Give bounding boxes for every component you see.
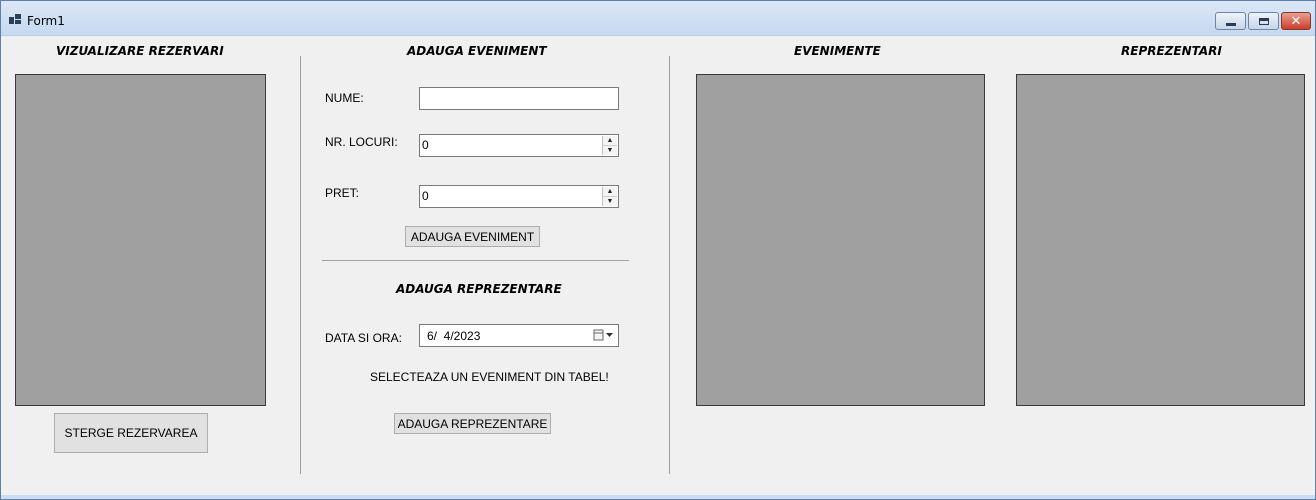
close-icon: ✕ [1290,13,1302,29]
name-field[interactable] [419,87,619,110]
seats-stepper[interactable]: 0 ▲ ▼ [419,134,619,157]
spin-up-icon[interactable]: ▲ [603,136,617,146]
header-add-representation: ADAUGA REPREZENTARE [396,282,562,296]
seats-spin-buttons[interactable]: ▲ ▼ [602,136,617,155]
calendar-dropdown-icon[interactable] [592,328,616,342]
window-bottom-border [1,495,1315,499]
name-label: NUME: [325,91,364,105]
add-representation-button[interactable]: ADAUGA REPREZENTARE [394,413,551,434]
divider-left [300,56,301,474]
header-add-event: ADAUGA EVENIMENT [407,44,547,58]
seats-value: 0 [422,138,429,152]
spin-up-icon[interactable]: ▲ [603,187,617,197]
add-event-button[interactable]: ADAUGA EVENIMENT [405,226,540,247]
date-label: DATA SI ORA: [325,331,402,345]
maximize-icon [1258,17,1269,25]
price-spin-buttons[interactable]: ▲ ▼ [602,187,617,206]
window-title: Form1 [27,14,65,28]
price-label: PRET: [325,186,360,200]
window-app-icon [9,14,21,24]
spin-down-icon[interactable]: ▼ [603,146,617,155]
events-grid[interactable] [696,74,985,406]
date-value: 6/ 4/2023 [427,329,481,343]
form-separator [322,260,629,261]
header-representations: REPREZENTARI [1121,44,1222,58]
spin-down-icon[interactable]: ▼ [603,197,617,206]
price-value: 0 [422,189,429,203]
header-view-reservations: VIZUALIZARE REZERVARI [56,44,224,58]
divider-right [669,56,670,474]
main-window: Form1 ✕ VIZUALIZARE REZERVARI STERGE REZ… [0,0,1316,500]
delete-reservation-button[interactable]: STERGE REZERVAREA [54,413,208,453]
select-event-hint: SELECTEAZA UN EVENIMENT DIN TABEL! [370,370,609,384]
price-stepper[interactable]: 0 ▲ ▼ [419,185,619,208]
seats-label: NR. LOCURI: [325,135,398,149]
maximize-button[interactable] [1248,12,1279,30]
representations-grid[interactable] [1016,74,1305,406]
date-picker[interactable]: 6/ 4/2023 [419,324,619,347]
header-events: EVENIMENTE [794,44,881,58]
reservations-grid[interactable] [15,74,266,406]
name-input[interactable] [420,88,592,108]
minimize-button[interactable] [1215,12,1246,30]
minimize-icon [1225,22,1236,26]
close-button[interactable]: ✕ [1281,12,1311,30]
title-bar[interactable]: Form1 ✕ [1,1,1315,36]
